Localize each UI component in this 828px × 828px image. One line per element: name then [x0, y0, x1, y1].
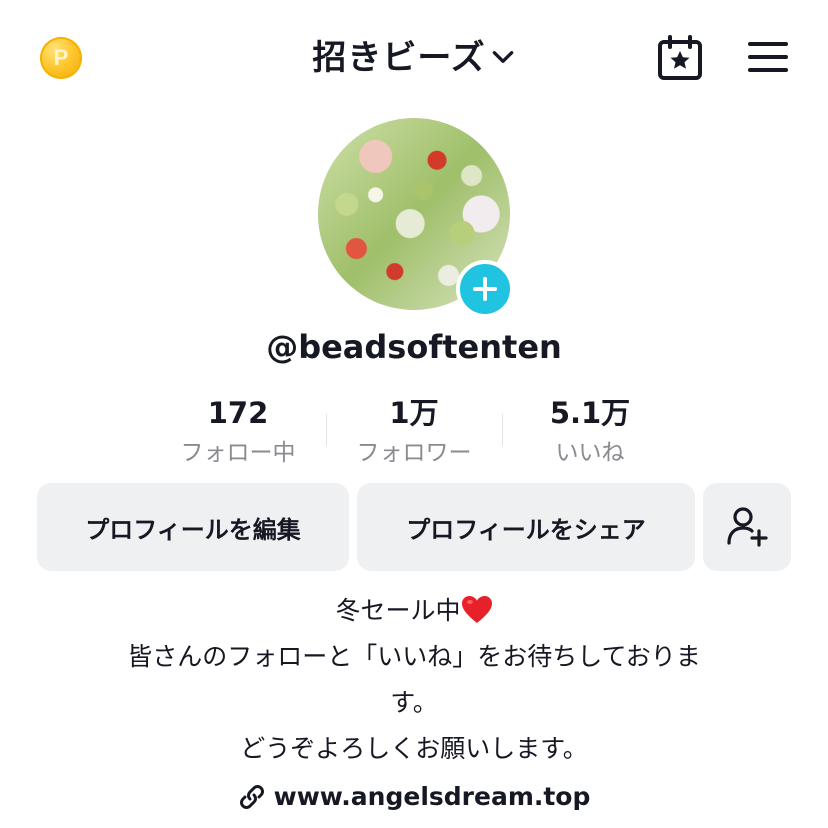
share-profile-button[interactable]: プロフィールをシェア — [357, 483, 695, 571]
chevron-down-icon — [492, 50, 513, 63]
following-label: フォロー中 — [180, 440, 296, 466]
red-heart-icon — [461, 596, 492, 623]
followers-count: 1万 — [389, 396, 439, 430]
bio-line-3: す。 — [390, 688, 438, 717]
followers-label: フォロワー — [356, 440, 472, 466]
bio-line-2: 皆さんのフォローと「いいね」をお待ちしておりま — [127, 642, 701, 671]
stat-following[interactable]: 172 フォロー中 — [150, 394, 326, 474]
page-title: 招きビーズ — [312, 38, 486, 78]
calendar-star-icon[interactable] — [656, 35, 704, 81]
stat-divider — [326, 414, 327, 446]
stat-divider — [502, 414, 503, 446]
bio: 冬セール中 皆さんのフォローと「いいね」をお待ちしておりま す。 どうぞよろしく… — [60, 588, 768, 772]
following-count: 172 — [207, 396, 269, 430]
top-bar: P 招きビーズ — [0, 0, 828, 110]
username: @beadsoftenten — [266, 328, 562, 366]
bio-line-4: どうぞよろしくお願いします。 — [240, 734, 588, 763]
likes-count: 5.1万 — [549, 396, 631, 430]
bio-line-1: 冬セール中 — [60, 588, 768, 634]
bio-text-1: 冬セール中 — [335, 596, 461, 625]
profile-link[interactable]: www.angelsdream.top — [0, 782, 828, 811]
add-friend-button[interactable] — [703, 483, 791, 571]
link-icon — [239, 784, 264, 809]
profile-stats: 172 フォロー中 1万 フォロワー 5.1万 いいね — [150, 394, 678, 474]
stat-followers[interactable]: 1万 フォロワー — [326, 394, 502, 474]
link-url: www.angelsdream.top — [273, 782, 591, 811]
likes-label: いいね — [555, 440, 625, 466]
add-person-icon — [727, 507, 768, 547]
stat-likes[interactable]: 5.1万 いいね — [502, 394, 678, 474]
edit-profile-button[interactable]: プロフィールを編集 — [37, 483, 349, 571]
plus-icon — [473, 277, 497, 301]
hamburger-menu-icon[interactable] — [748, 40, 788, 74]
add-avatar-button[interactable] — [456, 260, 514, 318]
